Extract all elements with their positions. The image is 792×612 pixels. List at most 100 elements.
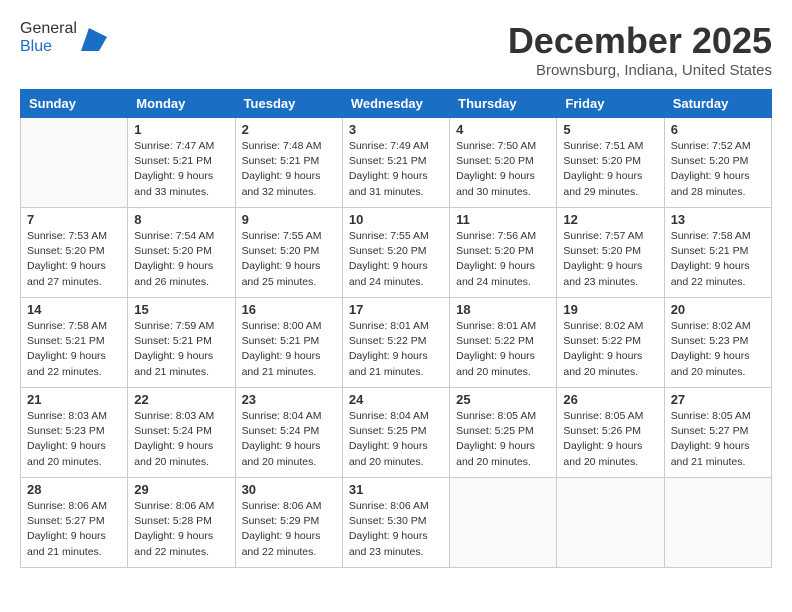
calendar-cell: 8 Sunrise: 7:54 AM Sunset: 5:20 PM Daylig… xyxy=(128,208,235,298)
calendar-cell: 31 Sunrise: 8:06 AM Sunset: 5:30 PM Dayli… xyxy=(342,478,449,568)
calendar-cell: 19Sunrise: 8:02 AM Sunset: 5:22 PM Dayli… xyxy=(557,298,664,388)
day-number: 13 xyxy=(671,212,765,227)
calendar-cell: 22Sunrise: 8:03 AM Sunset: 5:24 PM Dayli… xyxy=(128,388,235,478)
day-number: 1 xyxy=(134,122,228,137)
day-info: Sunrise: 8:00 AM Sunset: 5:21 PM Dayligh… xyxy=(242,319,336,380)
calendar-cell: 2Sunrise: 7:48 AM Sunset: 5:21 PM Daylig… xyxy=(235,118,342,208)
calendar-table: SundayMondayTuesdayWednesdayThursdayFrid… xyxy=(20,89,772,568)
day-info: Sunrise: 8:03 AM Sunset: 5:23 PM Dayligh… xyxy=(27,409,121,470)
calendar-cell: 1 Sunrise: 7:47 AM Sunset: 5:21 PM Daylig… xyxy=(128,118,235,208)
week-row-1: 1 Sunrise: 7:47 AM Sunset: 5:21 PM Daylig… xyxy=(21,118,772,208)
day-info: Sunrise: 8:06 AM Sunset: 5:29 PM Dayligh… xyxy=(242,499,336,560)
day-info: Sunrise: 7:51 AM Sunset: 5:20 PM Dayligh… xyxy=(563,139,657,200)
calendar-cell: 18Sunrise: 8:01 AM Sunset: 5:22 PM Dayli… xyxy=(450,298,557,388)
day-info: Sunrise: 7:57 AM Sunset: 5:20 PM Dayligh… xyxy=(563,229,657,290)
calendar-cell: 5 Sunrise: 7:51 AM Sunset: 5:20 PM Daylig… xyxy=(557,118,664,208)
day-number: 29 xyxy=(134,482,228,497)
day-number: 10 xyxy=(349,212,443,227)
day-number: 5 xyxy=(563,122,657,137)
calendar-cell: 10 Sunrise: 7:55 AM Sunset: 5:20 PM Dayli… xyxy=(342,208,449,298)
day-number: 6 xyxy=(671,122,765,137)
day-number: 15 xyxy=(134,302,228,317)
week-row-2: 7 Sunrise: 7:53 AM Sunset: 5:20 PM Daylig… xyxy=(21,208,772,298)
day-number: 30 xyxy=(242,482,336,497)
logo: General Blue xyxy=(20,20,109,56)
day-info: Sunrise: 8:06 AM Sunset: 5:28 PM Dayligh… xyxy=(134,499,228,560)
day-header-tuesday: Tuesday xyxy=(235,90,342,118)
day-info: Sunrise: 7:52 AM Sunset: 5:20 PM Dayligh… xyxy=(671,139,765,200)
day-info: Sunrise: 7:50 AM Sunset: 5:20 PM Dayligh… xyxy=(456,139,550,200)
calendar-cell: 11 Sunrise: 7:56 AM Sunset: 5:20 PM Dayli… xyxy=(450,208,557,298)
day-number: 14 xyxy=(27,302,121,317)
calendar-cell: 20 Sunrise: 8:02 AM Sunset: 5:23 PM Dayli… xyxy=(664,298,771,388)
page-header: General Blue December 2025 Brownsburg, I… xyxy=(20,20,772,79)
calendar-cell: 23Sunrise: 8:04 AM Sunset: 5:24 PM Dayli… xyxy=(235,388,342,478)
day-number: 9 xyxy=(242,212,336,227)
day-header-sunday: Sunday xyxy=(21,90,128,118)
day-number: 7 xyxy=(27,212,121,227)
day-info: Sunrise: 7:47 AM Sunset: 5:21 PM Dayligh… xyxy=(134,139,228,200)
day-info: Sunrise: 7:58 AM Sunset: 5:21 PM Dayligh… xyxy=(671,229,765,290)
day-number: 27 xyxy=(671,392,765,407)
day-info: Sunrise: 8:05 AM Sunset: 5:27 PM Dayligh… xyxy=(671,409,765,470)
day-number: 16 xyxy=(242,302,336,317)
logo-blue-text: Blue xyxy=(20,38,52,55)
day-info: Sunrise: 8:02 AM Sunset: 5:23 PM Dayligh… xyxy=(671,319,765,380)
calendar-cell: 28Sunrise: 8:06 AM Sunset: 5:27 PM Dayli… xyxy=(21,478,128,568)
day-info: Sunrise: 8:01 AM Sunset: 5:22 PM Dayligh… xyxy=(349,319,443,380)
day-header-wednesday: Wednesday xyxy=(342,90,449,118)
calendar-cell xyxy=(664,478,771,568)
week-row-5: 28Sunrise: 8:06 AM Sunset: 5:27 PM Dayli… xyxy=(21,478,772,568)
calendar-cell: 17 Sunrise: 8:01 AM Sunset: 5:22 PM Dayli… xyxy=(342,298,449,388)
calendar-cell: 27 Sunrise: 8:05 AM Sunset: 5:27 PM Dayli… xyxy=(664,388,771,478)
logo-general-text: General xyxy=(20,20,77,37)
calendar-cell: 3 Sunrise: 7:49 AM Sunset: 5:21 PM Daylig… xyxy=(342,118,449,208)
day-number: 22 xyxy=(134,392,228,407)
day-number: 8 xyxy=(134,212,228,227)
header-row: SundayMondayTuesdayWednesdayThursdayFrid… xyxy=(21,90,772,118)
calendar-cell: 25Sunrise: 8:05 AM Sunset: 5:25 PM Dayli… xyxy=(450,388,557,478)
day-number: 25 xyxy=(456,392,550,407)
day-number: 21 xyxy=(27,392,121,407)
day-info: Sunrise: 7:55 AM Sunset: 5:20 PM Dayligh… xyxy=(242,229,336,290)
week-row-3: 14 Sunrise: 7:58 AM Sunset: 5:21 PM Dayli… xyxy=(21,298,772,388)
day-info: Sunrise: 8:04 AM Sunset: 5:25 PM Dayligh… xyxy=(349,409,443,470)
calendar-cell: 16 Sunrise: 8:00 AM Sunset: 5:21 PM Dayli… xyxy=(235,298,342,388)
calendar-cell: 4Sunrise: 7:50 AM Sunset: 5:20 PM Daylig… xyxy=(450,118,557,208)
day-number: 17 xyxy=(349,302,443,317)
day-info: Sunrise: 7:58 AM Sunset: 5:21 PM Dayligh… xyxy=(27,319,121,380)
day-info: Sunrise: 7:56 AM Sunset: 5:20 PM Dayligh… xyxy=(456,229,550,290)
calendar-cell: 24Sunrise: 8:04 AM Sunset: 5:25 PM Dayli… xyxy=(342,388,449,478)
day-info: Sunrise: 7:54 AM Sunset: 5:20 PM Dayligh… xyxy=(134,229,228,290)
day-info: Sunrise: 7:48 AM Sunset: 5:21 PM Dayligh… xyxy=(242,139,336,200)
calendar-cell: 26 Sunrise: 8:05 AM Sunset: 5:26 PM Dayli… xyxy=(557,388,664,478)
calendar-cell xyxy=(21,118,128,208)
day-info: Sunrise: 8:06 AM Sunset: 5:30 PM Dayligh… xyxy=(349,499,443,560)
calendar-cell: 7 Sunrise: 7:53 AM Sunset: 5:20 PM Daylig… xyxy=(21,208,128,298)
calendar-cell: 12 Sunrise: 7:57 AM Sunset: 5:20 PM Dayli… xyxy=(557,208,664,298)
day-info: Sunrise: 7:53 AM Sunset: 5:20 PM Dayligh… xyxy=(27,229,121,290)
day-info: Sunrise: 7:59 AM Sunset: 5:21 PM Dayligh… xyxy=(134,319,228,380)
calendar-cell: 14 Sunrise: 7:58 AM Sunset: 5:21 PM Dayli… xyxy=(21,298,128,388)
day-info: Sunrise: 7:55 AM Sunset: 5:20 PM Dayligh… xyxy=(349,229,443,290)
day-number: 28 xyxy=(27,482,121,497)
calendar-cell: 30 Sunrise: 8:06 AM Sunset: 5:29 PM Dayli… xyxy=(235,478,342,568)
calendar-cell: 13 Sunrise: 7:58 AM Sunset: 5:21 PM Dayli… xyxy=(664,208,771,298)
day-number: 26 xyxy=(563,392,657,407)
day-info: Sunrise: 8:05 AM Sunset: 5:26 PM Dayligh… xyxy=(563,409,657,470)
day-number: 11 xyxy=(456,212,550,227)
title-block: December 2025 Brownsburg, Indiana, Unite… xyxy=(508,20,772,79)
day-number: 31 xyxy=(349,482,443,497)
calendar-cell: 21 Sunrise: 8:03 AM Sunset: 5:23 PM Dayli… xyxy=(21,388,128,478)
calendar-cell xyxy=(557,478,664,568)
day-number: 18 xyxy=(456,302,550,317)
logo-icon xyxy=(79,23,109,53)
day-number: 12 xyxy=(563,212,657,227)
day-info: Sunrise: 7:49 AM Sunset: 5:21 PM Dayligh… xyxy=(349,139,443,200)
day-number: 20 xyxy=(671,302,765,317)
day-header-saturday: Saturday xyxy=(664,90,771,118)
day-number: 3 xyxy=(349,122,443,137)
calendar-cell: 9 Sunrise: 7:55 AM Sunset: 5:20 PM Daylig… xyxy=(235,208,342,298)
day-header-thursday: Thursday xyxy=(450,90,557,118)
location-text: Brownsburg, Indiana, United States xyxy=(508,62,772,79)
